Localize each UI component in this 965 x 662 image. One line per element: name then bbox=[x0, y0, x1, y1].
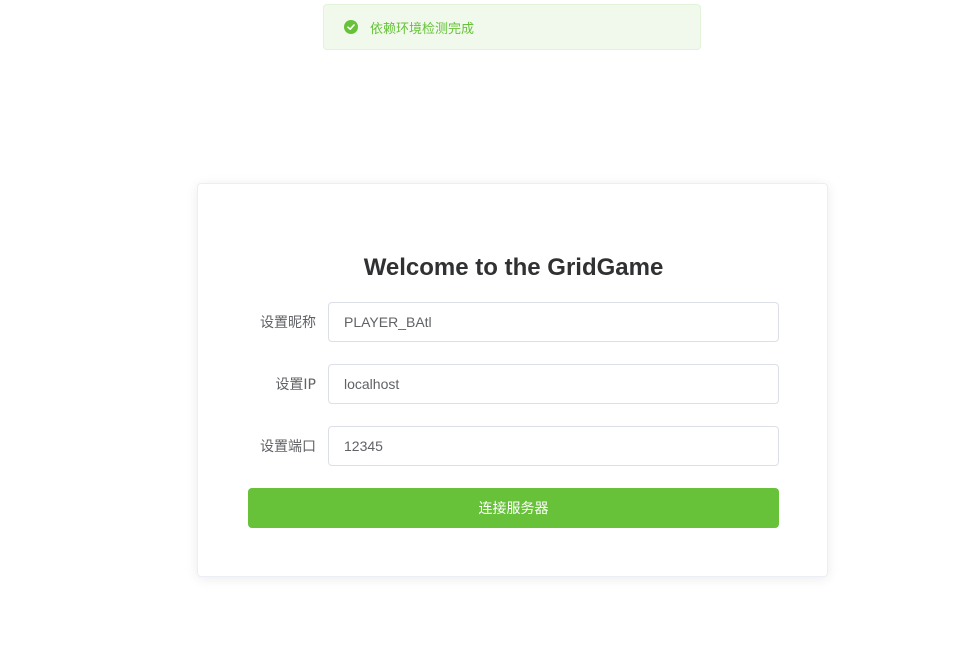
nickname-row: 设置昵称 bbox=[248, 302, 779, 342]
port-input[interactable] bbox=[328, 426, 779, 466]
connect-server-button[interactable]: 连接服务器 bbox=[248, 488, 779, 528]
login-card: Welcome to the GridGame 设置昵称 设置IP 设置端口 连… bbox=[197, 183, 828, 577]
port-label: 设置端口 bbox=[260, 439, 316, 455]
ip-row: 设置IP bbox=[248, 364, 779, 404]
success-message-text: 依赖环境检测完成 bbox=[370, 21, 475, 37]
ip-label: 设置IP bbox=[275, 377, 316, 393]
nickname-label: 设置昵称 bbox=[260, 315, 316, 331]
check-circle-icon bbox=[344, 20, 358, 34]
page-title: Welcome to the GridGame bbox=[363, 254, 664, 281]
port-row: 设置端口 bbox=[248, 426, 779, 466]
nickname-input[interactable] bbox=[328, 302, 779, 342]
success-message: 依赖环境检测完成 bbox=[323, 4, 701, 50]
ip-input[interactable] bbox=[328, 364, 779, 404]
